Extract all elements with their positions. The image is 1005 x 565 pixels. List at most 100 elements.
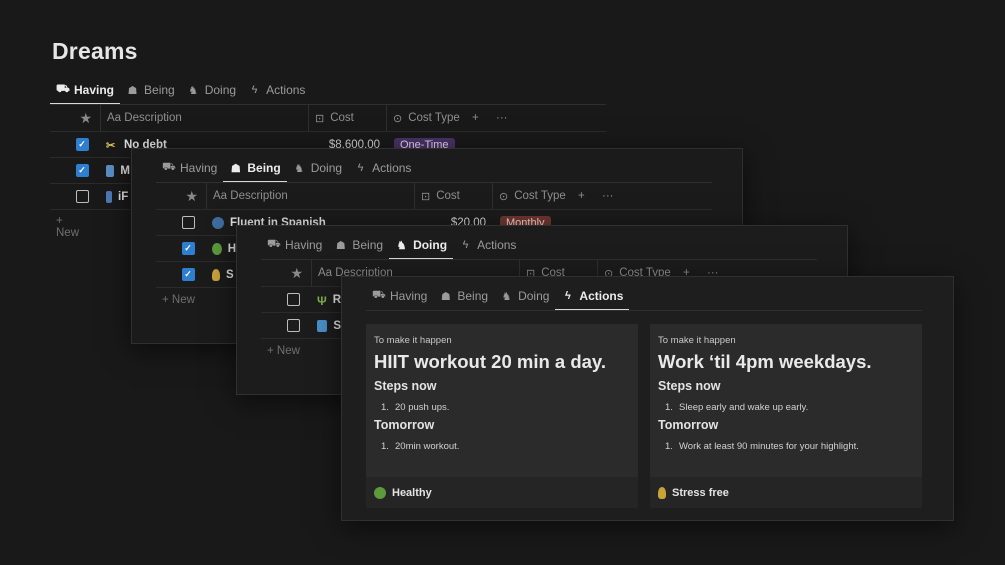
tab-doing[interactable]: ♞ Doing: [287, 154, 348, 182]
tab-doing[interactable]: ♞ Doing: [389, 231, 454, 260]
tab-having[interactable]: ⛟ Having: [50, 76, 121, 105]
cost-icon: ⊡: [315, 112, 325, 125]
star-icon: ★: [290, 264, 303, 281]
lightning-icon: ϟ: [565, 290, 571, 302]
gallery-card[interactable]: To make it happen Work ‘til 4pm weekdays…: [650, 324, 922, 508]
car-icon: ⛟: [162, 161, 176, 173]
car-icon: ⛟: [56, 83, 70, 95]
lightning-icon: ϟ: [462, 239, 469, 251]
table-row[interactable]: ✓ S: [156, 261, 236, 287]
person-meditating-icon: [658, 486, 666, 499]
card-subtitle: To make it happen: [658, 335, 736, 346]
star-icon: ★: [79, 109, 92, 126]
laptop-icon: [106, 164, 115, 177]
card-subtitle: To make it happen: [374, 335, 452, 346]
broccoli-icon: [212, 242, 222, 255]
tab-actions[interactable]: ϟ Actions: [242, 76, 311, 104]
cost-type-column[interactable]: ⊙ Cost Type: [492, 183, 572, 209]
tab-being[interactable]: ☗ Being: [328, 231, 389, 259]
table-row[interactable]: iF: [50, 183, 130, 209]
star-column[interactable]: ★: [156, 183, 206, 209]
checkbox[interactable]: [181, 216, 195, 229]
view-tabs: ⛟ Having ☗ Being ♞ Doing ϟ Actions: [156, 154, 417, 183]
checkbox[interactable]: ✓: [75, 138, 89, 151]
car-icon: ⛟: [372, 289, 386, 301]
more-options-button[interactable]: ···: [596, 183, 626, 209]
mask-icon: ☗: [230, 162, 241, 175]
new-row-button[interactable]: + New: [267, 345, 300, 357]
tomorrow-heading: Tomorrow: [658, 418, 719, 432]
steps-now-heading: Steps now: [658, 379, 721, 393]
person-meditating-icon: [212, 268, 220, 281]
mask-icon: ☗: [335, 239, 346, 252]
table-row[interactable]: ✓ M: [50, 157, 130, 183]
gallery-card[interactable]: To make it happen HIIT workout 20 min a …: [366, 324, 638, 508]
list-item: 1. Sleep early and wake up early.: [665, 402, 809, 413]
card-tag: Healthy: [366, 477, 638, 508]
list-item: 1. Work at least 90 minutes for your high…: [665, 441, 859, 452]
card-tag: Stress free: [650, 477, 922, 508]
cost-type-column[interactable]: ⊙ Cost Type: [386, 105, 466, 131]
phone-icon: [106, 190, 112, 203]
checkbox[interactable]: [75, 190, 89, 203]
table-row[interactable]: ΨR: [261, 286, 341, 312]
star-icon: ★: [185, 187, 198, 204]
tab-being[interactable]: ☗ Being: [223, 154, 288, 183]
cost-column[interactable]: ⊡ Cost: [414, 183, 492, 209]
tab-actions[interactable]: ϟ Actions: [348, 154, 417, 182]
checkbox[interactable]: [286, 293, 300, 306]
select-icon: ⊙: [393, 112, 403, 125]
steps-now-heading: Steps now: [374, 379, 437, 393]
chess-knight-icon: ♞: [188, 84, 199, 97]
more-options-button[interactable]: ···: [490, 105, 520, 131]
tab-being[interactable]: ☗ Being: [120, 76, 181, 104]
checkbox[interactable]: ✓: [181, 242, 195, 255]
description-column[interactable]: Aa Description: [100, 105, 308, 131]
tomorrow-heading: Tomorrow: [374, 418, 435, 432]
checkbox[interactable]: ✓: [75, 164, 89, 177]
cost-icon: ⊡: [421, 190, 431, 203]
card-title: Work ‘til 4pm weekdays.: [658, 351, 872, 372]
table-header: ★ Aa Description ⊡ Cost ⊙ Cost Type + ···: [50, 105, 606, 131]
chess-knight-icon: ♞: [501, 290, 512, 303]
actions-view: ⛟ Having ☗ Being ♞ Doing ϟ Actions To make i…: [341, 276, 954, 521]
checkbox[interactable]: ✓: [181, 268, 195, 281]
chess-knight-icon: ♞: [294, 162, 305, 175]
cost-column[interactable]: ⊡ Cost: [308, 105, 386, 131]
speaking-head-icon: [212, 216, 224, 229]
mask-icon: ☗: [127, 84, 138, 97]
add-column-button[interactable]: +: [466, 105, 490, 131]
checkbox[interactable]: [286, 319, 300, 332]
view-tabs: ⛟ Having ☗ Being ♞ Doing ϟ Actions: [261, 231, 522, 260]
tab-doing[interactable]: ♞ Doing: [494, 282, 555, 310]
tab-being[interactable]: ☗ Being: [433, 282, 494, 310]
broccoli-icon: [374, 486, 386, 499]
tab-having[interactable]: ⛟ Having: [366, 282, 433, 310]
chess-knight-icon: ♞: [396, 239, 407, 252]
list-item: 1. 20 push ups.: [381, 402, 450, 413]
tab-actions[interactable]: ϟ Actions: [555, 282, 630, 311]
new-row-button[interactable]: + New: [56, 215, 79, 239]
star-column[interactable]: ★: [50, 105, 100, 131]
table-row[interactable]: ✓ H: [156, 235, 236, 261]
tab-actions[interactable]: ϟ Actions: [453, 231, 522, 259]
new-row-button[interactable]: + New: [162, 294, 195, 306]
star-column[interactable]: ★: [261, 260, 311, 286]
car-icon: ⛟: [267, 238, 281, 250]
table-row[interactable]: S: [261, 312, 341, 338]
surfer-icon: [317, 319, 328, 332]
table-header: ★ Aa Description ⊡ Cost ⊙ Cost Type + ···: [156, 183, 712, 209]
add-column-button[interactable]: +: [572, 183, 596, 209]
lightning-icon: ϟ: [251, 84, 258, 96]
tab-having[interactable]: ⛟ Having: [261, 231, 328, 259]
tab-doing[interactable]: ♞ Doing: [181, 76, 242, 104]
palm-tree-icon: Ψ: [317, 293, 327, 306]
page-title: Dreams: [52, 38, 138, 64]
mask-icon: ☗: [440, 290, 451, 303]
list-item: 1. 20min workout.: [381, 441, 460, 452]
view-tabs: ⛟ Having ☗ Being ♞ Doing ϟ Actions: [366, 282, 630, 311]
no-debt-icon: ✂: [106, 139, 116, 151]
select-icon: ⊙: [499, 190, 509, 203]
description-column[interactable]: Aa Description: [206, 183, 414, 209]
tab-having[interactable]: ⛟ Having: [156, 154, 223, 182]
